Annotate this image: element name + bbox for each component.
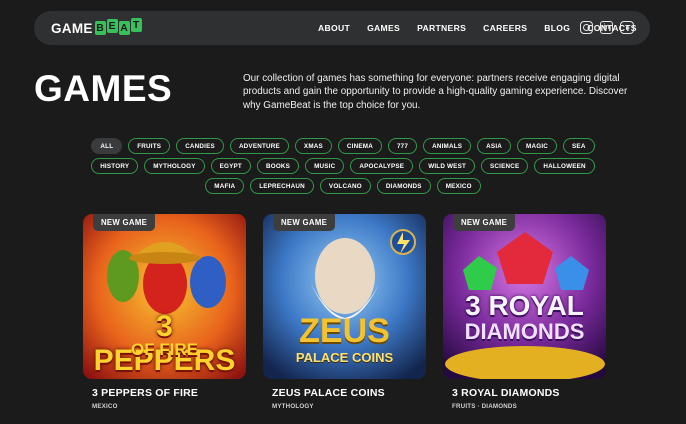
nav-careers[interactable]: CAREERS	[483, 23, 527, 33]
filter-chip-leprechaun[interactable]: LEPRECHAUN	[250, 178, 314, 194]
filter-chip-mythology[interactable]: MYTHOLOGY	[144, 158, 205, 174]
filter-chip-xmas[interactable]: XMAS	[294, 138, 332, 154]
linkedin-icon[interactable]: in	[600, 21, 613, 34]
category-filters: ALL FRUITS CANDIES ADVENTURE XMAS CINEMA 777 AN…	[80, 138, 606, 194]
filter-chip-volcano[interactable]: VOLCANO	[319, 178, 371, 194]
new-game-badge: NEW GAME	[273, 214, 336, 231]
filter-chip-all[interactable]: ALL	[91, 138, 123, 154]
filter-chip-history[interactable]: HISTORY	[91, 158, 139, 174]
filter-chip-music[interactable]: MUSIC	[305, 158, 345, 174]
logo-beat-blocks: B E A T	[94, 18, 143, 35]
filter-chip-science[interactable]: SCIENCE	[481, 158, 529, 174]
filter-chip-egypt[interactable]: EGYPT	[210, 158, 251, 174]
filter-chip-cinema[interactable]: CINEMA	[337, 138, 382, 154]
game-title[interactable]: ZEUS PALACE COINS	[272, 387, 426, 399]
game-title[interactable]: 3 PEPPERS OF FIRE	[92, 387, 246, 399]
new-game-badge: NEW GAME	[93, 214, 156, 231]
filter-chip-adventure[interactable]: ADVENTURE	[229, 138, 289, 154]
filter-chip-sea[interactable]: SEA	[563, 138, 595, 154]
artwork-title: 3 ROYAL	[465, 290, 584, 321]
filter-chip-mexico[interactable]: MEXICO	[436, 178, 481, 194]
filter-chip-halloween[interactable]: HALLOWEEN	[534, 158, 595, 174]
game-tags: FRUITS · DIAMONDS	[452, 403, 517, 410]
instagram-icon[interactable]	[580, 21, 593, 34]
artwork-subtitle: PALACE COINS	[295, 350, 394, 365]
filter-chip-wild-west[interactable]: WILD WEST	[419, 158, 476, 174]
filter-chip-animals[interactable]: ANIMALS	[423, 138, 472, 154]
game-tags: MEXICO	[92, 403, 118, 410]
social-links: in	[580, 21, 634, 34]
filter-chip-books[interactable]: BOOKS	[256, 158, 300, 174]
artwork-title: ZEUS	[299, 312, 390, 350]
nav-blog[interactable]: BLOG	[544, 23, 570, 33]
game-card[interactable]: 3 PEPPERS OF FIRE NEW GAME 3 PEPPERS OF …	[83, 214, 246, 410]
game-title[interactable]: 3 ROYAL DIAMONDS	[452, 387, 606, 399]
filter-chip-apocalypse[interactable]: APOCALYPSE	[350, 158, 414, 174]
filter-chip-asia[interactable]: ASIA	[477, 138, 512, 154]
filter-chip-magic[interactable]: MAGIC	[517, 138, 558, 154]
filter-chip-diamonds[interactable]: DIAMONDS	[376, 178, 431, 194]
nav-partners[interactable]: PARTNERS	[417, 23, 466, 33]
new-game-badge: NEW GAME	[453, 214, 516, 231]
artwork-subtitle: OF FIRE	[130, 340, 199, 359]
filter-chip-fruits[interactable]: FRUITS	[128, 138, 171, 154]
nav-games[interactable]: GAMES	[367, 23, 400, 33]
game-card[interactable]: 3 ROYAL DIAMONDS NEW GAME 3 ROYAL DIAMON…	[443, 214, 606, 410]
logo-text: GAME	[51, 20, 93, 36]
game-card[interactable]: ZEUS PALACE COINS NEW GAME ZEUS PALACE C…	[263, 214, 426, 410]
page-intro: Our collection of games has something fo…	[243, 73, 628, 111]
youtube-icon[interactable]	[620, 21, 634, 34]
game-thumbnail[interactable]: 3 PEPPERS OF FIRE NEW GAME	[83, 214, 246, 379]
filter-chip-mafia[interactable]: MAFIA	[205, 178, 245, 194]
filter-chip-777[interactable]: 777	[387, 138, 418, 154]
page-title: GAMES	[34, 68, 173, 109]
game-thumbnail[interactable]: ZEUS PALACE COINS NEW GAME	[263, 214, 426, 379]
top-navigation: GAME B E A T ABOUT GAMES PARTNERS CAREER…	[34, 11, 650, 45]
filter-chip-candies[interactable]: CANDIES	[176, 138, 224, 154]
game-tags: MYTHOLOGY	[272, 403, 314, 410]
nav-about[interactable]: ABOUT	[318, 23, 350, 33]
gamebeat-logo[interactable]: GAME B E A T	[51, 18, 143, 36]
game-thumbnail[interactable]: 3 ROYAL DIAMONDS NEW GAME	[443, 214, 606, 379]
artwork-subtitle: DIAMONDS	[464, 319, 585, 344]
